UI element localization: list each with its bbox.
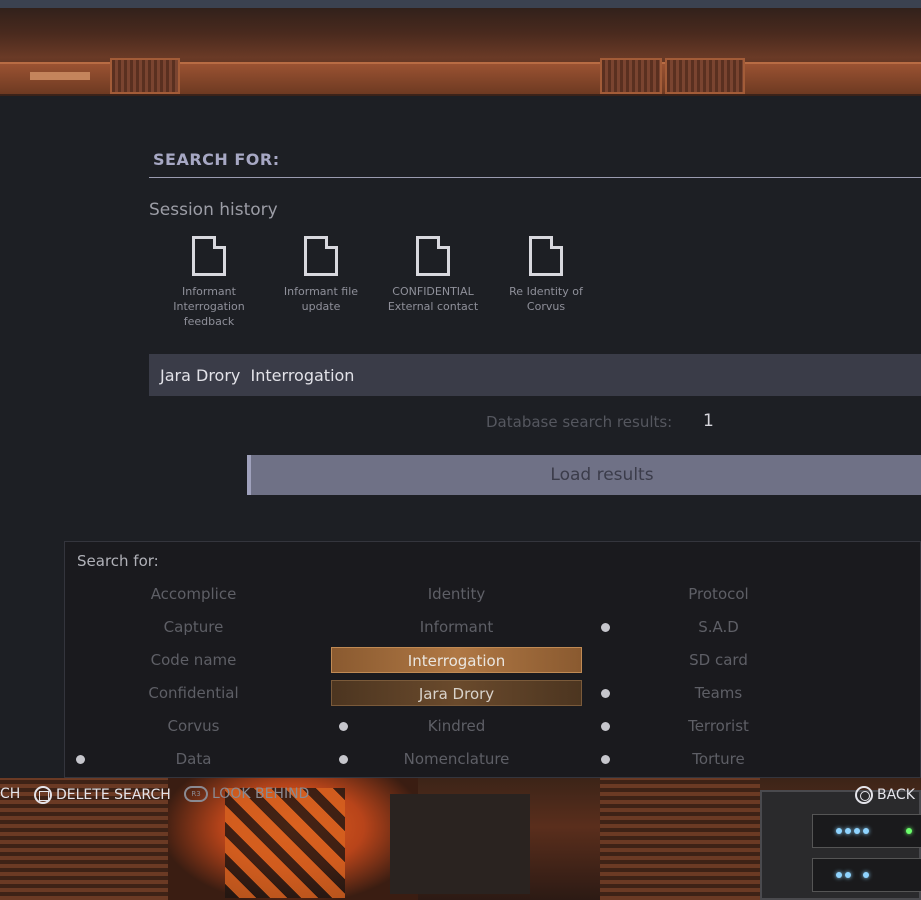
controller-hints: CH DELETE SEARCH R3 LOOK BEHIND BACK xyxy=(0,786,921,808)
database-results-label: Database search results: xyxy=(486,413,673,431)
status-led xyxy=(836,828,842,834)
session-history-item[interactable]: CONFIDENTIAL External contact xyxy=(378,236,488,314)
keyword-option[interactable]: Protocol xyxy=(593,581,844,607)
keyword-option[interactable]: S.A.D xyxy=(593,614,844,640)
keyword-option[interactable]: Confidential xyxy=(68,680,319,706)
keyword-option-selected[interactable]: Interrogation xyxy=(331,647,582,673)
look-behind-label: LOOK BEHIND xyxy=(212,786,310,802)
session-history-item-label: Informant file update xyxy=(283,285,359,313)
document-icon xyxy=(304,236,338,276)
keyword-option[interactable]: Code name xyxy=(68,647,319,673)
back-label: BACK xyxy=(877,787,915,803)
status-led xyxy=(906,828,912,834)
document-icon xyxy=(529,236,563,276)
database-results-count: 1 xyxy=(703,411,714,431)
keyword-option[interactable]: Kindred xyxy=(331,713,582,739)
heading-divider xyxy=(149,177,921,178)
r3-button-icon: R3 xyxy=(184,786,208,802)
keyword-option[interactable]: Informant xyxy=(331,614,582,640)
status-led xyxy=(854,828,860,834)
look-behind-hint[interactable]: R3 LOOK BEHIND xyxy=(184,786,309,802)
screen-top-edge xyxy=(0,0,921,8)
search-hint-label: CH xyxy=(0,786,21,802)
back-hint[interactable]: BACK xyxy=(855,786,915,804)
keyword-option[interactable]: Data xyxy=(68,746,319,772)
document-icon xyxy=(192,236,226,276)
square-button-icon xyxy=(34,786,52,804)
keyword-option[interactable]: Terrorist xyxy=(593,713,844,739)
keyword-panel-title: Search for: xyxy=(77,552,159,570)
status-led xyxy=(845,872,851,878)
session-history-item-label: Re Identity of Corvus xyxy=(509,285,583,313)
search-for-heading: SEARCH FOR: xyxy=(153,150,280,169)
vent-grille xyxy=(600,58,662,94)
keyword-option[interactable]: Identity xyxy=(331,581,582,607)
delete-search-hint[interactable]: DELETE SEARCH xyxy=(34,786,171,804)
session-history-item[interactable]: Informant Interrogation feedback xyxy=(154,236,264,329)
status-led xyxy=(845,828,851,834)
stacked-boxes xyxy=(390,794,530,894)
document-icon xyxy=(416,236,450,276)
status-led xyxy=(836,872,842,878)
session-history-label: Session history xyxy=(149,200,278,220)
keyword-option-selected[interactable]: Jara Drory xyxy=(331,680,582,706)
circle-button-icon xyxy=(855,786,873,804)
session-history-item[interactable]: Re Identity of Corvus xyxy=(491,236,601,314)
vent-grille xyxy=(665,58,745,94)
keyword-option[interactable]: Nomenclature xyxy=(331,746,582,772)
background-scene-top xyxy=(0,0,921,96)
keyword-option[interactable]: Capture xyxy=(68,614,319,640)
keyword-option[interactable]: Teams xyxy=(593,680,844,706)
search-hint[interactable]: CH xyxy=(0,786,20,802)
vent-grille xyxy=(110,58,180,94)
session-history-item-label: CONFIDENTIAL External contact xyxy=(387,285,479,313)
keyword-option[interactable]: SD card xyxy=(593,647,844,673)
delete-search-label: DELETE SEARCH xyxy=(56,787,171,803)
status-led xyxy=(863,872,869,878)
shelf-strip xyxy=(30,72,90,80)
load-results-button[interactable]: Load results xyxy=(247,455,921,495)
search-query-text: Jara Drory Interrogation xyxy=(160,365,355,385)
keyword-option[interactable]: Torture xyxy=(593,746,844,772)
session-history-item-label: Informant Interrogation feedback xyxy=(173,285,245,328)
status-led xyxy=(863,828,869,834)
search-query-bar[interactable]: Jara Drory Interrogation xyxy=(149,354,921,396)
session-history-item[interactable]: Informant file update xyxy=(266,236,376,314)
keyword-panel: Search for: Accomplice Capture Code name… xyxy=(64,541,921,778)
keyword-option[interactable]: Corvus xyxy=(68,713,319,739)
load-results-label: Load results xyxy=(550,465,654,485)
keyword-option[interactable]: Accomplice xyxy=(68,581,319,607)
keyword-indicator-dot xyxy=(76,755,85,764)
